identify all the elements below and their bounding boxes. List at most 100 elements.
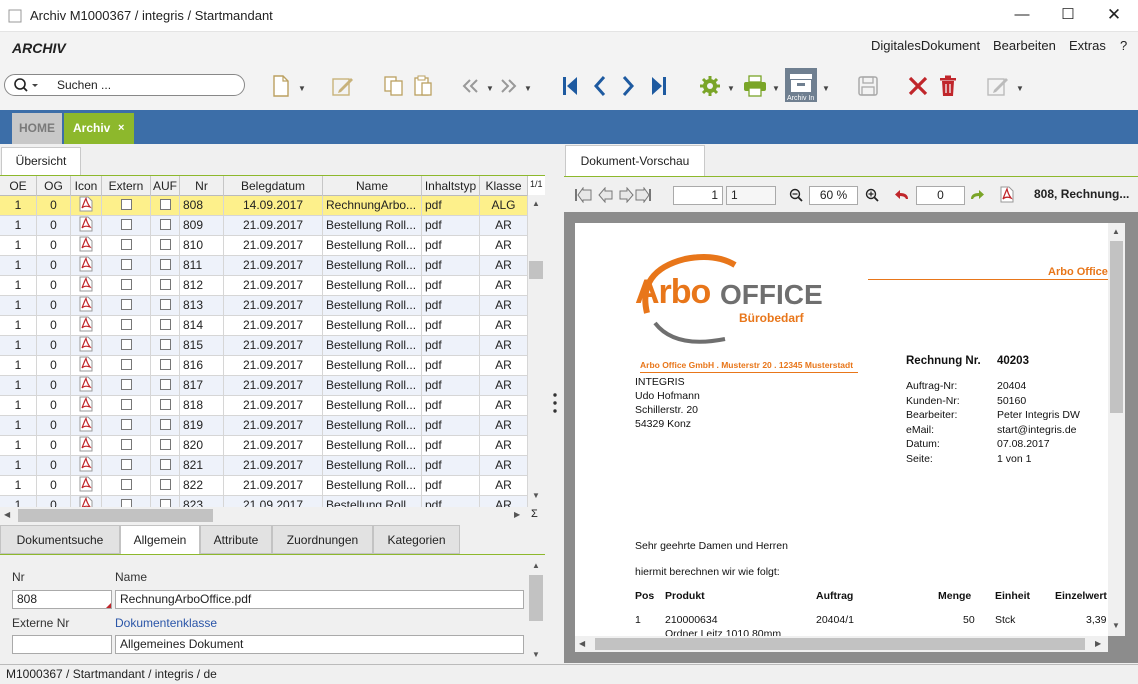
externe-nr-field[interactable] bbox=[12, 635, 112, 654]
viewer-hscroll-thumb[interactable] bbox=[595, 638, 1085, 650]
table-row[interactable]: 1 0 815 21.09.2017 Bestellung Roll... pdf AR bbox=[0, 336, 528, 356]
preview-next-page-icon[interactable] bbox=[619, 187, 634, 203]
row-checkbox[interactable] bbox=[159, 199, 171, 211]
sum-icon[interactable]: Σ bbox=[531, 508, 538, 520]
pdf-icon[interactable] bbox=[1000, 186, 1014, 203]
row-checkbox[interactable] bbox=[120, 279, 132, 291]
preview-prev-page-icon[interactable] bbox=[598, 187, 613, 203]
dokumentenklasse-link[interactable]: Dokumentenklasse bbox=[115, 616, 217, 630]
viewer-scroll-thumb[interactable] bbox=[1110, 241, 1123, 413]
tab-dokumentsuche[interactable]: Dokumentsuche bbox=[0, 525, 120, 554]
col-name[interactable]: Name bbox=[323, 176, 422, 196]
print-button[interactable] bbox=[741, 72, 769, 100]
row-checkbox[interactable] bbox=[120, 459, 132, 471]
rotate-right-icon[interactable] bbox=[969, 189, 985, 201]
last-record-button[interactable] bbox=[648, 72, 670, 100]
row-checkbox[interactable] bbox=[159, 239, 171, 251]
tab-archiv[interactable]: Archiv × bbox=[64, 113, 134, 144]
row-checkbox[interactable] bbox=[120, 239, 132, 251]
table-row[interactable]: 1 0 808 14.09.2017 RechnungArbo... pdf ALG bbox=[0, 196, 528, 216]
row-checkbox[interactable] bbox=[120, 219, 132, 231]
table-row[interactable]: 1 0 811 21.09.2017 Bestellung Roll... pdf AR bbox=[0, 256, 528, 276]
table-row[interactable]: 1 0 814 21.09.2017 Bestellung Roll... pdf AR bbox=[0, 316, 528, 336]
next-record-button[interactable] bbox=[618, 72, 638, 100]
table-row[interactable]: 1 0 818 21.09.2017 Bestellung Roll... pdf AR bbox=[0, 396, 528, 416]
preview-page-input[interactable]: 1 bbox=[673, 186, 723, 205]
new-dropdown-caret[interactable]: ▼ bbox=[298, 84, 306, 93]
table-row[interactable]: 1 0 816 21.09.2017 Bestellung Roll... pdf AR bbox=[0, 356, 528, 376]
row-checkbox[interactable] bbox=[120, 299, 132, 311]
row-checkbox[interactable] bbox=[159, 299, 171, 311]
form-vertical-scrollbar[interactable]: ▲ ▼ bbox=[528, 557, 545, 663]
dokumentenklasse-field[interactable]: Allgemeines Dokument bbox=[115, 635, 524, 654]
row-checkbox[interactable] bbox=[159, 459, 171, 471]
row-checkbox[interactable] bbox=[159, 219, 171, 231]
menu-bearbeiten[interactable]: Bearbeiten bbox=[993, 38, 1056, 53]
nr-field[interactable]: 808 bbox=[12, 590, 112, 609]
viewer-vertical-scrollbar[interactable]: ▲ ▼ bbox=[1108, 223, 1125, 636]
tab-attribute[interactable]: Attribute bbox=[200, 525, 272, 554]
col-inhaltstyp[interactable]: Inhaltstyp bbox=[422, 176, 480, 196]
col-klasse[interactable]: Klasse bbox=[480, 176, 528, 196]
first-record-button[interactable] bbox=[560, 72, 580, 100]
col-icon[interactable]: Icon bbox=[71, 176, 102, 196]
forward-button[interactable] bbox=[497, 72, 519, 100]
table-row[interactable]: 1 0 822 21.09.2017 Bestellung Roll... pdf AR bbox=[0, 476, 528, 496]
grid-hscroll-thumb[interactable] bbox=[18, 509, 213, 522]
search-input[interactable]: Suchen ... bbox=[4, 74, 245, 96]
menu-digitales-dokument[interactable]: DigitalesDokument bbox=[871, 38, 980, 53]
cancel-button[interactable] bbox=[906, 72, 930, 100]
tab-uebersicht[interactable]: Übersicht bbox=[1, 147, 81, 176]
settings-dropdown-caret[interactable]: ▼ bbox=[727, 84, 735, 93]
close-window-button[interactable]: ✕ bbox=[1091, 0, 1137, 32]
row-checkbox[interactable] bbox=[159, 259, 171, 271]
row-checkbox[interactable] bbox=[120, 499, 132, 507]
preview-last-page-icon[interactable] bbox=[635, 187, 651, 203]
row-checkbox[interactable] bbox=[159, 479, 171, 491]
back-dropdown-caret[interactable]: ▼ bbox=[486, 84, 494, 93]
rotation-field[interactable]: 0 bbox=[916, 186, 965, 205]
row-checkbox[interactable] bbox=[159, 319, 171, 331]
row-checkbox[interactable] bbox=[159, 439, 171, 451]
col-og[interactable]: OG bbox=[37, 176, 71, 196]
tab-dokument-vorschau[interactable]: Dokument-Vorschau bbox=[565, 145, 705, 176]
rotate-left-icon[interactable] bbox=[894, 189, 910, 201]
maximize-button[interactable]: ☐ bbox=[1045, 0, 1091, 32]
zoom-field[interactable]: 60 % bbox=[809, 186, 858, 205]
forward-dropdown-caret[interactable]: ▼ bbox=[524, 84, 532, 93]
table-row[interactable]: 1 0 817 21.09.2017 Bestellung Roll... pdf AR bbox=[0, 376, 528, 396]
col-belegdatum[interactable]: Belegdatum bbox=[224, 176, 323, 196]
row-checkbox[interactable] bbox=[120, 359, 132, 371]
save-button[interactable] bbox=[856, 72, 880, 100]
menu-extras[interactable]: Extras bbox=[1069, 38, 1106, 53]
table-row[interactable]: 1 0 813 21.09.2017 Bestellung Roll... pdf AR bbox=[0, 296, 528, 316]
back-button[interactable] bbox=[460, 72, 482, 100]
table-row[interactable]: 1 0 812 21.09.2017 Bestellung Roll... pdf AR bbox=[0, 276, 528, 296]
name-field[interactable]: RechnungArboOffice.pdf bbox=[115, 590, 524, 609]
grid-horizontal-scrollbar[interactable]: ◀ ▶ bbox=[0, 507, 528, 524]
paste-button[interactable] bbox=[412, 72, 434, 100]
copy-button[interactable] bbox=[383, 72, 405, 100]
col-auf[interactable]: AUF bbox=[151, 176, 180, 196]
row-checkbox[interactable] bbox=[120, 199, 132, 211]
zoom-in-icon[interactable] bbox=[865, 188, 879, 202]
preview-first-page-icon[interactable] bbox=[575, 187, 592, 203]
row-checkbox[interactable] bbox=[159, 279, 171, 291]
table-row[interactable]: 1 0 810 21.09.2017 Bestellung Roll... pdf AR bbox=[0, 236, 528, 256]
table-row[interactable]: 1 0 820 21.09.2017 Bestellung Roll... pdf AR bbox=[0, 436, 528, 456]
menu-help[interactable]: ? bbox=[1120, 38, 1127, 53]
tab-allgemein[interactable]: Allgemein bbox=[120, 525, 200, 554]
grid-vertical-scrollbar[interactable]: ▲ ▼ bbox=[528, 195, 545, 507]
row-checkbox[interactable] bbox=[159, 359, 171, 371]
previous-record-button[interactable] bbox=[590, 72, 610, 100]
table-row[interactable]: 1 0 823 21.09.2017 Bestellung Roll... pdf AR bbox=[0, 496, 528, 507]
new-document-button[interactable] bbox=[270, 72, 292, 100]
row-checkbox[interactable] bbox=[120, 379, 132, 391]
row-checkbox[interactable] bbox=[120, 419, 132, 431]
col-extern[interactable]: Extern bbox=[102, 176, 151, 196]
table-row[interactable]: 1 0 821 21.09.2017 Bestellung Roll... pdf AR bbox=[0, 456, 528, 476]
archive-dropdown-caret[interactable]: ▼ bbox=[822, 84, 830, 93]
print-dropdown-caret[interactable]: ▼ bbox=[772, 84, 780, 93]
tab-home[interactable]: HOME bbox=[12, 113, 62, 144]
row-checkbox[interactable] bbox=[120, 479, 132, 491]
